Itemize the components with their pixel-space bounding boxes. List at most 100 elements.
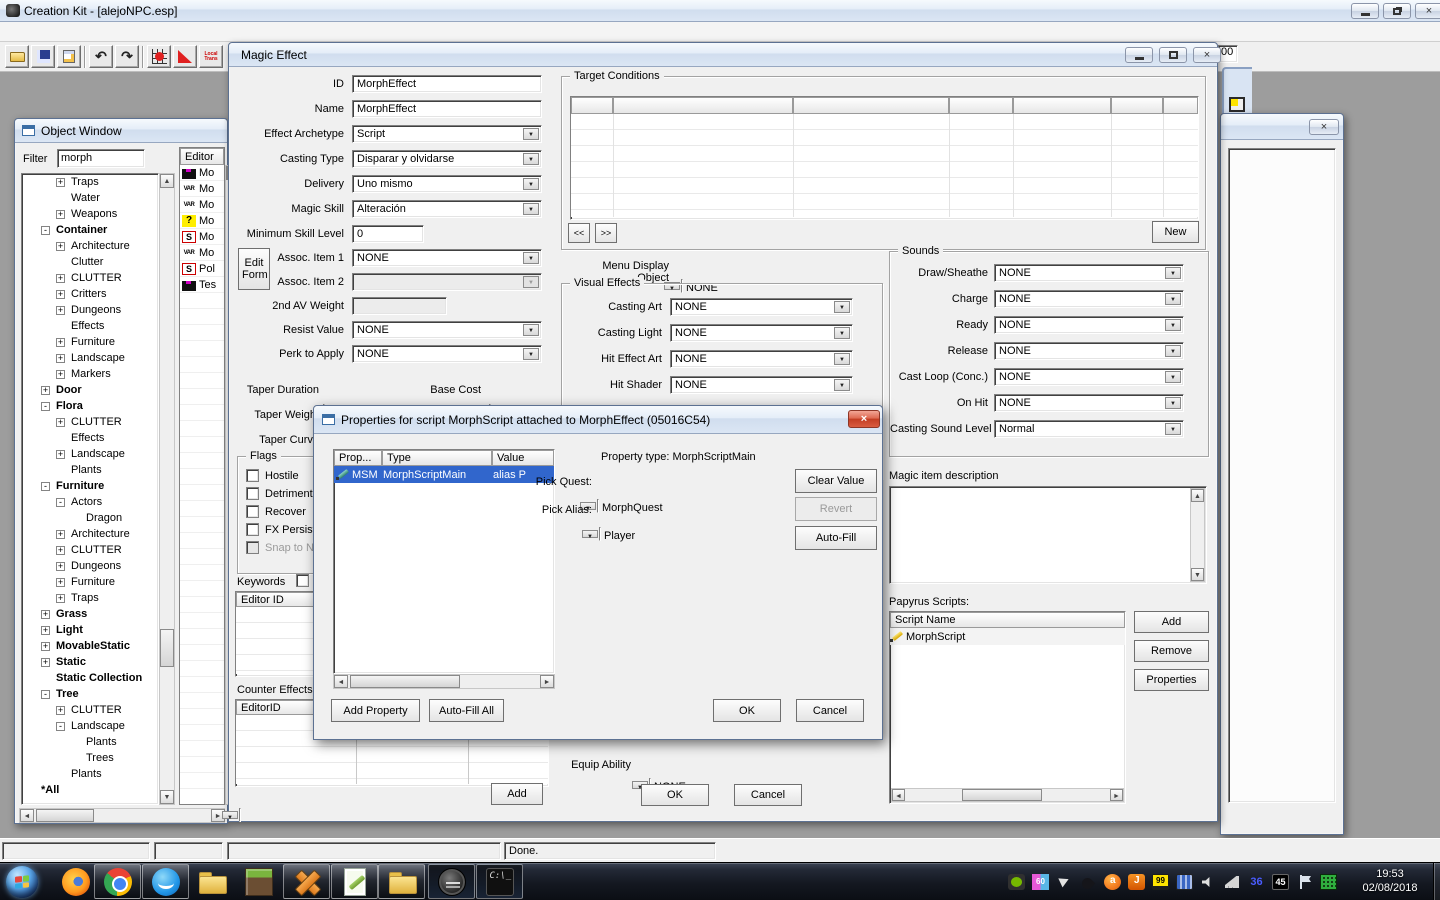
menu-item[interactable] [60,30,80,34]
menu-item[interactable] [100,30,120,34]
dropdown-arrow-icon[interactable]: ▼ [1165,267,1181,279]
tree-item[interactable]: + CLUTTER [22,542,158,558]
scroll-left-icon[interactable]: ◄ [20,809,34,822]
field-control[interactable]: Alteración▼ [352,200,542,218]
tree-expander-icon[interactable]: + [56,242,65,251]
tree-item[interactable]: Plants [22,734,158,750]
field-control[interactable]: NONE▼ [670,324,853,342]
tree-expander-icon[interactable]: + [41,642,50,651]
local-transform-button[interactable]: LocalTrans [199,45,223,68]
flag-checkbox[interactable] [246,541,259,554]
taskbar-app-cmd[interactable]: C:\_ [476,864,523,899]
dropdown-arrow-icon[interactable]: ▼ [523,324,539,336]
dropdown-arrow-icon[interactable]: ▼ [834,301,850,313]
editor-row[interactable]: S Pol [180,261,224,277]
tree-item[interactable]: Dragon [22,510,158,526]
tray-cursor-icon[interactable] [1056,874,1073,890]
papyrus-horizontal-scrollbar[interactable]: ◄ ► [891,788,1124,802]
conditions-new-button[interactable]: New [1152,221,1199,243]
tree-expander-icon[interactable]: - [41,226,50,235]
property-column-header[interactable]: Value [492,450,554,466]
taskbar-app-minecraft[interactable] [235,864,282,899]
tree-item[interactable]: Water [22,190,158,206]
dropdown-arrow-icon[interactable]: ▼ [523,203,539,215]
menu-item[interactable] [80,30,100,34]
dropdown-arrow-icon[interactable]: ▼ [1165,293,1181,305]
field-control[interactable]: MorphEffect▼ [352,75,542,93]
tree-expander-icon[interactable]: + [41,610,50,619]
conditions-column-header[interactable] [613,97,793,114]
scroll-down-icon[interactable]: ▼ [160,790,174,804]
field-control[interactable]: Disparar y olvidarse▼ [352,150,542,168]
tree-item[interactable]: Effects [22,430,158,446]
papyrus-add-button[interactable]: Add [1134,611,1209,633]
tree-item[interactable]: + CLUTTER [22,270,158,286]
tree-expander-icon[interactable]: + [56,530,65,539]
scroll-right-icon[interactable]: ► [1110,789,1123,801]
tree-item[interactable]: + Landscape [22,446,158,462]
tree-item[interactable]: + Traps [22,590,158,606]
tree-item[interactable]: + Furniture [22,334,158,350]
field-control[interactable]: Script▼ [352,125,542,143]
tree-item[interactable]: + Landscape [22,350,158,366]
dropdown-arrow-icon[interactable]: ▼ [222,811,238,819]
field-control[interactable]: 0▼ [352,225,424,243]
show-desktop-button[interactable] [1433,863,1440,900]
counter-effect-combo[interactable]: ▼ [239,808,241,822]
auto-fill-all-button[interactable]: Auto-Fill All [429,699,504,722]
property-column-header[interactable]: Type [382,450,492,466]
tree-expander-icon[interactable]: + [56,290,65,299]
property-column-header[interactable]: Prop... [334,450,382,466]
tray-java-icon[interactable] [1128,874,1145,890]
tree-item[interactable]: + CLUTTER [22,702,158,718]
dropdown-arrow-icon[interactable]: ▼ [1165,423,1181,435]
tray-signal-icon[interactable] [1224,874,1241,890]
undo-button[interactable]: ↶ [89,45,113,68]
auto-fill-button[interactable]: Auto-Fill [795,526,877,550]
tree-item[interactable]: + Door [22,382,158,398]
tray-flag-icon[interactable] [1296,874,1313,890]
tree-expander-icon[interactable]: - [41,402,50,411]
preferences-button[interactable] [57,45,81,68]
field-control[interactable]: Uno mismo▼ [352,175,542,193]
tree-item[interactable]: + Traps [22,174,158,190]
tree-expander-icon[interactable]: + [56,418,65,427]
description-scrollbar[interactable]: ▲ ▼ [1190,488,1205,582]
snap-to-grid-button[interactable] [147,45,171,68]
properties-titlebar[interactable]: Properties for script MorphScript attach… [314,406,882,434]
tray-temp36-icon[interactable]: 36 [1248,874,1265,890]
scroll-left-icon[interactable]: ◄ [892,789,905,801]
tree-item[interactable]: Effects [22,318,158,334]
field-control[interactable]: ▼ [352,273,542,291]
tray-volume-icon[interactable] [1200,874,1217,890]
tree-expander-icon[interactable]: + [56,178,65,187]
papyrus-list[interactable]: Script Name MorphScript ◄ ► [889,611,1126,804]
conditions-column-header[interactable] [1013,97,1111,114]
tree-item[interactable]: + Weapons [22,206,158,222]
tree-item[interactable]: + Grass [22,606,158,622]
taskbar-app-nmm[interactable] [283,864,330,899]
object-window-titlebar[interactable]: Object Window [15,119,227,143]
field-control[interactable]: NONE▼ [352,249,542,267]
tree-expander-icon[interactable]: + [56,354,65,363]
scroll-thumb[interactable] [36,809,94,822]
editor-row[interactable]: VAR Mo [180,181,224,197]
field-control[interactable]: NONE▼ [670,376,853,394]
editor-row[interactable]: Tes [180,277,224,293]
scroll-thumb[interactable] [350,675,460,688]
dropdown-arrow-icon[interactable]: ▼ [834,353,850,365]
tree-item[interactable]: Static Collection [22,670,158,686]
dropdown-arrow-icon[interactable]: ▼ [523,178,539,190]
tree-item[interactable]: Plants [22,766,158,782]
tray-equalizer-icon[interactable] [1176,874,1193,890]
editor-row[interactable]: S Mo [180,229,224,245]
flag-checkbox[interactable] [246,469,259,482]
dropdown-arrow-icon[interactable]: ▼ [523,276,539,288]
papyrus-column-header[interactable]: Script Name [890,612,1125,628]
tree-expander-icon[interactable]: + [41,386,50,395]
magic-effect-titlebar[interactable]: Magic Effect × [229,43,1217,67]
tree-item[interactable]: + Furniture [22,574,158,590]
flag-checkbox[interactable] [246,505,259,518]
open-file-button[interactable] [5,45,29,68]
tree-item[interactable]: - Furniture [22,478,158,494]
